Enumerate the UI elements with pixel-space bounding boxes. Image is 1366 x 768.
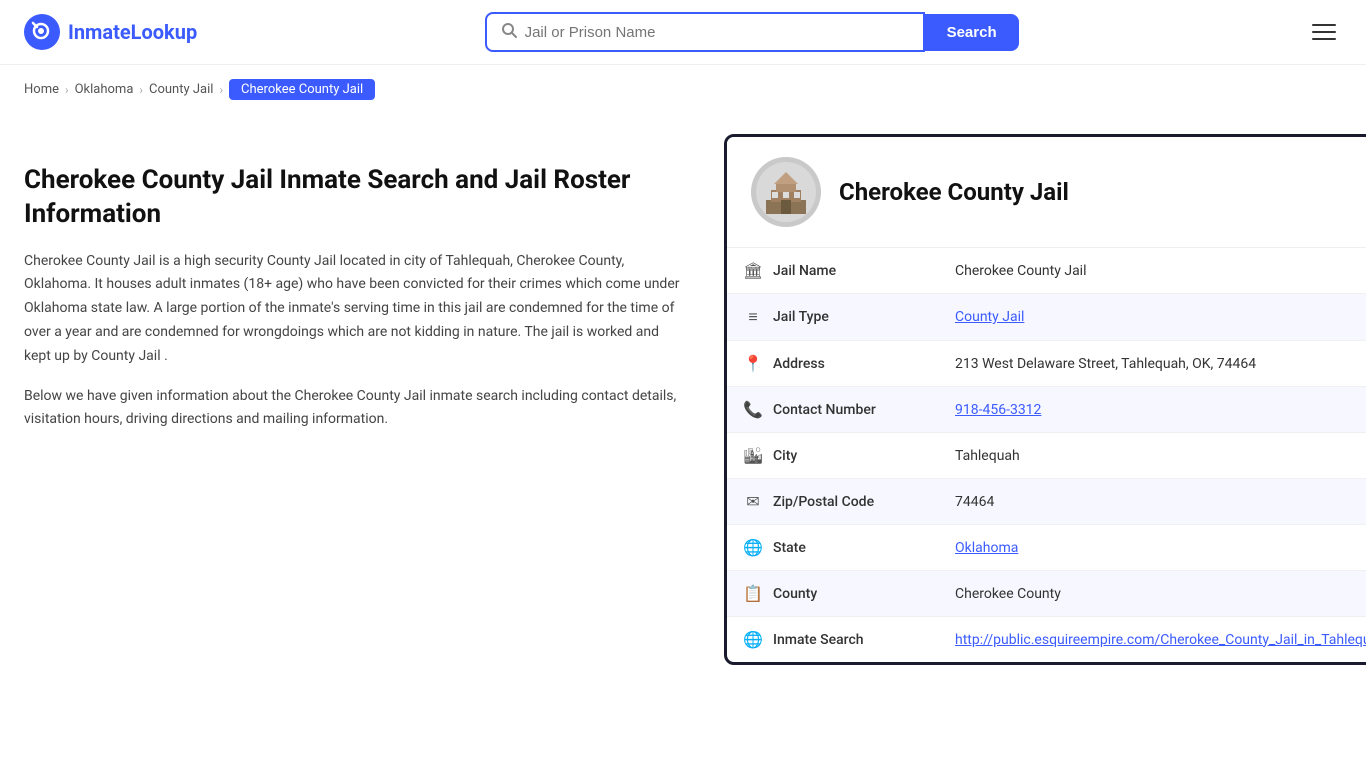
breadcrumb-current: Cherokee County Jail [229, 79, 375, 100]
right-column: Cherokee County Jail 🏛 Jail Name Cherokee … [724, 134, 1366, 665]
table-row: 🏙 City Tahlequah [727, 433, 1366, 479]
description-paragraph-2: Below we have given information about th… [24, 385, 684, 433]
table-row: ✉ Zip/Postal Code 74464 [727, 479, 1366, 525]
row-label: Jail Name [773, 263, 836, 279]
search-bar: Search [485, 12, 1019, 52]
row-icon: 📞 [743, 400, 763, 419]
menu-line-1 [1312, 24, 1336, 26]
row-icon: 🏛 [743, 261, 763, 280]
main-content: Cherokee County Jail Inmate Search and J… [0, 114, 1366, 705]
facility-image [751, 157, 821, 227]
breadcrumb-home[interactable]: Home [24, 82, 59, 97]
hamburger-menu-button[interactable] [1306, 18, 1342, 46]
breadcrumb-sep-2: › [139, 83, 143, 97]
row-label: Zip/Postal Code [773, 494, 874, 510]
search-icon [501, 22, 517, 42]
menu-line-3 [1312, 38, 1336, 40]
row-label: Address [773, 356, 825, 372]
row-icon: ≡ [743, 307, 763, 327]
menu-line-2 [1312, 31, 1336, 33]
row-icon: 🌐 [743, 630, 763, 649]
breadcrumb-sep-1: › [65, 83, 69, 97]
row-icon: 🌐 [743, 538, 763, 557]
row-icon: ✉ [743, 492, 763, 511]
row-label: County [773, 586, 817, 602]
row-icon: 🏙 [743, 446, 763, 465]
table-row: 📞 Contact Number 918-456-3312 [727, 387, 1366, 433]
row-value-link[interactable]: Oklahoma [955, 540, 1018, 556]
table-row: 🏛 Jail Name Cherokee County Jail [727, 248, 1366, 294]
row-value[interactable]: http://public.esquireempire.com/Cherokee… [939, 617, 1366, 663]
description-paragraph-1: Cherokee County Jail is a high security … [24, 250, 684, 369]
row-value: Cherokee County [939, 571, 1366, 617]
breadcrumb: Home › Oklahoma › County Jail › Cherokee… [0, 65, 1366, 114]
row-label: Contact Number [773, 402, 876, 418]
card-title: Cherokee County Jail [839, 178, 1069, 206]
table-row: ≡ Jail Type County Jail [727, 294, 1366, 341]
facility-info-card: Cherokee County Jail 🏛 Jail Name Cherokee … [724, 134, 1366, 665]
row-value: 213 West Delaware Street, Tahlequah, OK,… [939, 341, 1366, 387]
search-input[interactable] [525, 24, 909, 41]
search-input-wrapper [485, 12, 925, 52]
row-value-link[interactable]: County Jail [955, 309, 1024, 325]
table-row: 🌐 State Oklahoma [727, 525, 1366, 571]
row-label: City [773, 448, 797, 464]
card-header: Cherokee County Jail [727, 137, 1366, 248]
site-header: InmateLookup Search [0, 0, 1366, 65]
table-row: 🌐 Inmate Search http://public.esquireempir… [727, 617, 1366, 663]
row-icon: 📍 [743, 354, 763, 373]
info-table: 🏛 Jail Name Cherokee County Jail ≡ Jail Type… [727, 248, 1366, 662]
row-label: Jail Type [773, 309, 829, 325]
breadcrumb-county-jail[interactable]: County Jail [149, 82, 213, 97]
row-value: 74464 [939, 479, 1366, 525]
logo-icon [24, 14, 60, 50]
left-column: Cherokee County Jail Inmate Search and J… [24, 134, 684, 665]
breadcrumb-oklahoma[interactable]: Oklahoma [75, 82, 134, 97]
row-value: Cherokee County Jail [939, 248, 1366, 294]
site-logo[interactable]: InmateLookup [24, 14, 197, 50]
row-icon: 📋 [743, 584, 763, 603]
row-value[interactable]: Oklahoma [939, 525, 1366, 571]
logo-text: InmateLookup [68, 20, 197, 44]
search-button[interactable]: Search [925, 14, 1019, 51]
row-label: Inmate Search [773, 632, 864, 648]
row-value[interactable]: 918-456-3312 [939, 387, 1366, 433]
table-row: 📍 Address 213 West Delaware Street, Tahleq… [727, 341, 1366, 387]
row-label: State [773, 540, 806, 556]
row-value-link[interactable]: http://public.esquireempire.com/Cherokee… [955, 632, 1366, 648]
row-value[interactable]: County Jail [939, 294, 1366, 341]
page-title: Cherokee County Jail Inmate Search and J… [24, 164, 684, 232]
row-value: Tahlequah [939, 433, 1366, 479]
breadcrumb-sep-3: › [219, 83, 223, 97]
row-value-link[interactable]: 918-456-3312 [955, 402, 1041, 418]
table-row: 📋 County Cherokee County [727, 571, 1366, 617]
